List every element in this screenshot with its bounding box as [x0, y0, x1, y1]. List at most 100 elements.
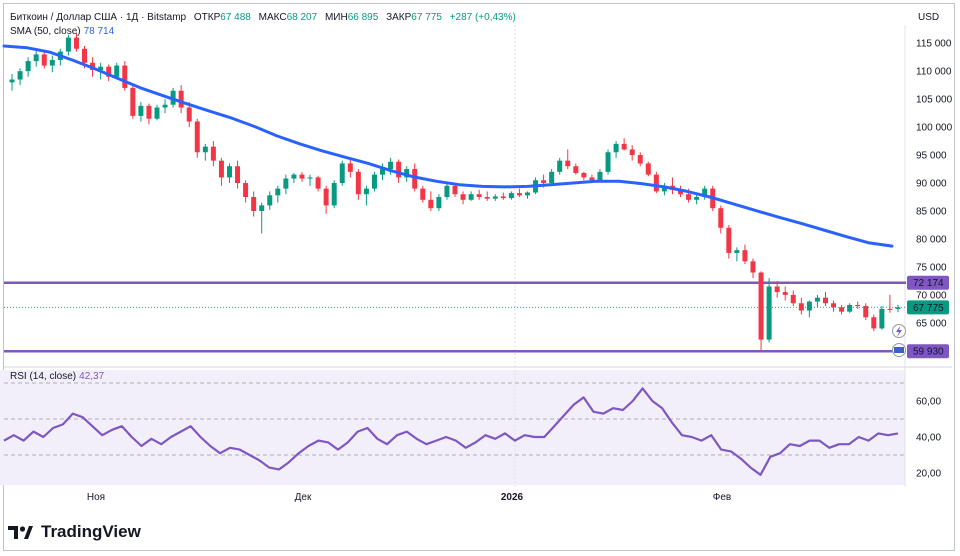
price-tick-label: 95 000	[916, 151, 947, 162]
candle-body	[798, 303, 804, 311]
candle-body	[734, 250, 740, 253]
candle-body	[73, 37, 79, 49]
symbol-title[interactable]: Биткоин / Доллар США · 1Д · Bitstamp	[10, 12, 186, 23]
legend-rsi[interactable]: RSI (14, close) 42,37	[10, 371, 104, 382]
candle-body	[613, 143, 619, 153]
change-value: +287 (+0,43%)	[449, 12, 516, 23]
candle-body	[259, 205, 265, 211]
candle-body	[790, 294, 796, 304]
candle-body	[17, 71, 23, 80]
currency-label[interactable]: USD	[918, 12, 939, 23]
candle-body	[130, 87, 136, 116]
price-label-text: 72 174	[913, 278, 944, 289]
candle-body	[750, 261, 756, 273]
candle-body	[573, 166, 579, 173]
price-pane	[2, 33, 906, 353]
price-tick-label: 115 000	[916, 39, 952, 50]
candle-body	[605, 152, 611, 172]
candle-body	[500, 196, 506, 199]
candle-body	[460, 194, 466, 200]
legend-sma[interactable]: SMA (50, close) 78 714	[10, 26, 114, 37]
candle-body	[879, 308, 885, 329]
candle-body	[468, 194, 474, 200]
candle-body	[637, 155, 643, 164]
price-tick-label: 85 000	[916, 206, 947, 217]
time-tick-label: Фев	[713, 492, 731, 503]
candle-body	[25, 61, 31, 72]
candle-body	[549, 171, 555, 184]
candle-body	[557, 160, 563, 172]
candle-body	[226, 166, 232, 178]
candle-body	[146, 105, 152, 119]
candle-body	[831, 303, 837, 308]
price-label-text: 59 930	[913, 347, 944, 358]
tradingview-logo[interactable]: TradingView	[8, 522, 141, 542]
candle-body	[218, 160, 224, 178]
candle-body	[524, 192, 530, 196]
candle-body	[774, 286, 780, 293]
candle-body	[49, 59, 55, 66]
candle-body	[444, 185, 450, 197]
candle-body	[887, 308, 893, 310]
legend-ohlc: Биткоин / Доллар США · 1Д · Bitstamp ОТК…	[10, 12, 516, 23]
candle-body	[210, 146, 216, 161]
candle-body	[895, 307, 901, 309]
price-tick-label: 65 000	[916, 318, 947, 329]
candle-body	[251, 197, 257, 211]
price-tick-label: 80 000	[916, 234, 947, 245]
candle-body	[726, 227, 732, 253]
chart-canvas[interactable]: 115 000 110 000 105 000 100 000 95 000 90 000…	[0, 0, 960, 556]
candle-body	[516, 193, 522, 196]
candle-body	[202, 146, 208, 153]
candle-body	[694, 197, 700, 200]
close-label: ЗАКР	[386, 12, 412, 23]
time-tick-label: Ноя	[87, 492, 105, 503]
price-tick-label: 90 000	[916, 179, 947, 190]
open-label: ОТКР	[193, 12, 221, 23]
sma-value: 78 714	[83, 26, 115, 37]
candle-body	[291, 174, 297, 179]
candle-body	[758, 272, 764, 340]
candle-body	[436, 197, 442, 209]
candle-body	[565, 160, 571, 167]
rsi-tick-label: 40,00	[916, 433, 941, 444]
candle-body	[484, 197, 490, 199]
candle-body	[186, 107, 192, 122]
candle-body	[9, 79, 15, 83]
sma-line	[2, 44, 894, 248]
candle-body	[621, 143, 627, 150]
high-label: МАКС	[258, 12, 287, 23]
sma-label: SMA (50, close)	[10, 26, 81, 37]
candle-body	[122, 65, 128, 88]
price-tick-label: 105 000	[916, 95, 953, 106]
candle-body	[347, 163, 353, 172]
price-tick-label: 75 000	[916, 262, 947, 273]
candle-body	[82, 48, 88, 63]
candle-body	[363, 188, 369, 195]
price-tick-label: 70 000	[916, 290, 947, 301]
candle-body	[267, 195, 273, 206]
open-value: 67 488	[220, 12, 251, 23]
high-value: 68 207	[286, 12, 318, 23]
candle-body	[178, 90, 184, 108]
candle-body	[847, 304, 853, 312]
candle-body	[299, 174, 305, 179]
rsi-background	[0, 370, 905, 485]
candle-body	[814, 297, 820, 302]
candle-body	[339, 163, 345, 184]
candle-body	[428, 199, 434, 209]
candle-body	[492, 196, 498, 199]
brand-name: TradingView	[41, 522, 141, 541]
candle-body	[396, 161, 402, 178]
candle-body	[686, 194, 692, 200]
candle-body	[863, 306, 869, 318]
price-tick-label: 100 000	[916, 123, 953, 134]
candle-body	[742, 250, 748, 262]
candle-body	[508, 193, 514, 199]
candle-body	[476, 194, 482, 197]
candle-body	[541, 180, 547, 184]
price-label-text: 67 775	[913, 303, 944, 314]
close-value: 67 775	[411, 12, 442, 23]
candle-body	[589, 177, 595, 181]
candle-body	[275, 188, 281, 196]
